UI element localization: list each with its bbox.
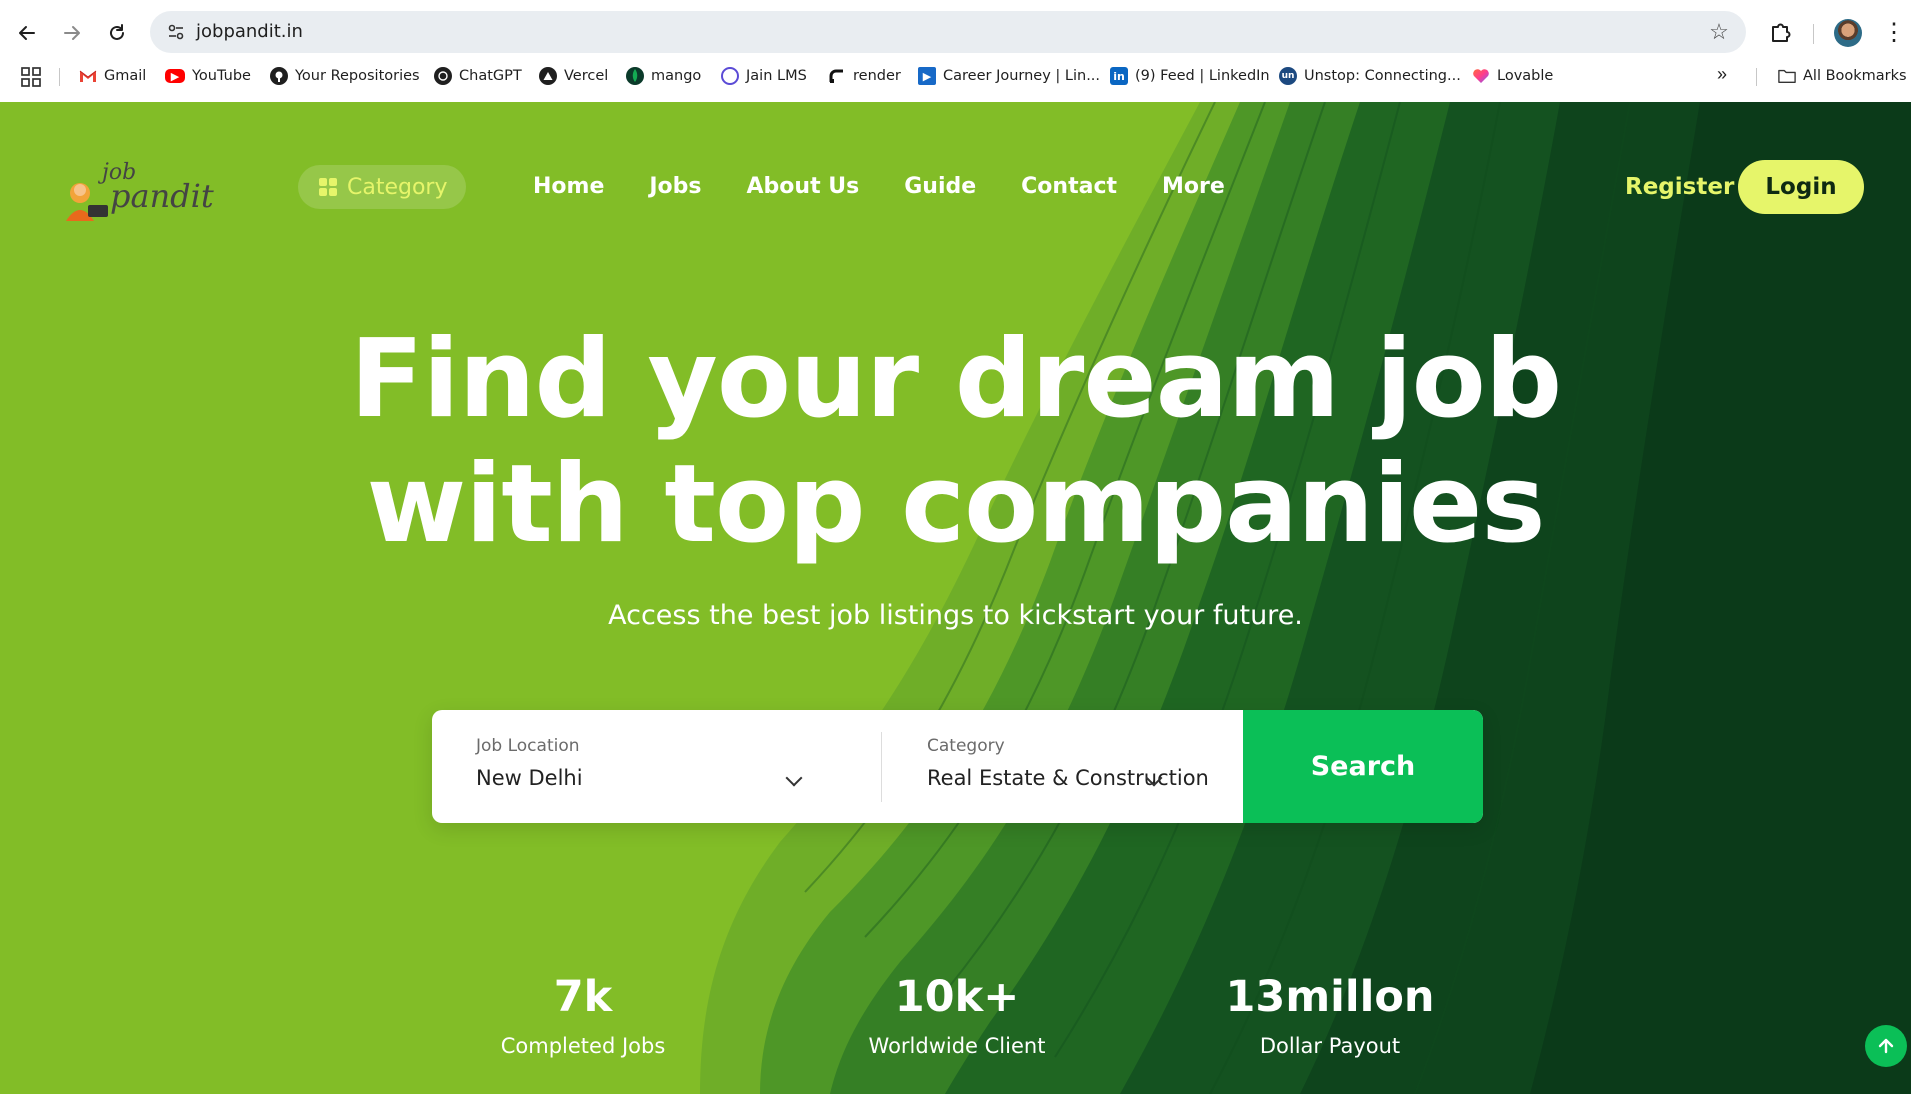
bookmark-render[interactable]: render bbox=[828, 64, 901, 88]
nav-guide[interactable]: Guide bbox=[904, 174, 976, 199]
nav-home[interactable]: Home bbox=[533, 174, 604, 199]
nav-jobs[interactable]: Jobs bbox=[649, 174, 701, 199]
job-location-label: Job Location bbox=[476, 736, 580, 756]
bookmark-gmail[interactable]: Gmail bbox=[79, 64, 146, 88]
bookmark-mango[interactable]: mango bbox=[626, 64, 701, 88]
bookmarks-divider bbox=[59, 68, 60, 86]
hero-headline-line-2: with top companies bbox=[366, 442, 1545, 567]
stat-dollar-payout: 13millon Dollar Payout bbox=[1180, 972, 1480, 1058]
stat-completed-jobs: 7k Completed Jobs bbox=[433, 972, 733, 1058]
address-bar[interactable]: jobpandit.in ☆ bbox=[150, 11, 1746, 53]
stat-value: 7k bbox=[553, 972, 613, 1022]
hero-section: job pandit Category Home Jobs About Us G… bbox=[0, 102, 1911, 1094]
gmail-icon bbox=[79, 67, 97, 85]
job-location-value: New Delhi bbox=[476, 766, 583, 790]
stat-worldwide-client: 10k+ Worldwide Client bbox=[807, 972, 1107, 1058]
chatgpt-icon bbox=[434, 67, 452, 85]
stat-value: 13millon bbox=[1225, 972, 1435, 1022]
category-menu-label: Category bbox=[347, 174, 448, 200]
back-arrow-icon[interactable] bbox=[10, 16, 44, 50]
all-bookmarks-folder[interactable]: All Bookmarks bbox=[1778, 64, 1907, 88]
stat-label: Completed Jobs bbox=[500, 1034, 666, 1058]
job-search-form: Job Location New Delhi Category Real Est… bbox=[432, 710, 1483, 823]
main-nav: Home Jobs About Us Guide Contact More bbox=[533, 174, 1270, 199]
bookmark-chatgpt[interactable]: ChatGPT bbox=[434, 64, 522, 88]
bookmark-unstop[interactable]: un Unstop: Connecting... bbox=[1279, 64, 1461, 88]
nav-more[interactable]: More bbox=[1162, 174, 1225, 199]
stat-label: Worldwide Client bbox=[868, 1034, 1046, 1058]
register-link[interactable]: Register bbox=[1625, 174, 1734, 200]
jain-lms-icon bbox=[721, 67, 739, 85]
vercel-icon bbox=[539, 67, 557, 85]
hero-headline: Find your dream job with top companies bbox=[0, 317, 1911, 567]
menu-kebab-icon[interactable]: ⋮ bbox=[1882, 18, 1906, 48]
nav-contact[interactable]: Contact bbox=[1021, 174, 1117, 199]
mongodb-icon bbox=[626, 67, 644, 85]
login-button[interactable]: Login bbox=[1738, 160, 1864, 214]
career-journey-icon: ▶ bbox=[918, 67, 936, 85]
category-value: Real Estate & Construction bbox=[927, 766, 1209, 790]
render-icon bbox=[828, 67, 846, 85]
category-label: Category bbox=[927, 736, 1005, 756]
jobpandit-logo[interactable]: job pandit bbox=[58, 157, 218, 223]
stat-label: Dollar Payout bbox=[1259, 1034, 1401, 1058]
bookmarks-divider bbox=[1756, 68, 1757, 86]
scroll-to-top-button[interactable] bbox=[1865, 1025, 1907, 1067]
bookmark-vercel[interactable]: Vercel bbox=[539, 64, 608, 88]
hero-wave-background bbox=[0, 102, 1911, 1094]
stat-value: 10k+ bbox=[894, 972, 1020, 1022]
category-menu-button[interactable]: Category bbox=[298, 165, 466, 209]
apps-grid-icon[interactable] bbox=[21, 67, 41, 87]
site-settings-icon[interactable] bbox=[164, 20, 188, 44]
category-select[interactable]: Category Real Estate & Construction bbox=[882, 710, 1243, 823]
chevron-down-icon bbox=[785, 769, 803, 787]
linkedin-icon: in bbox=[1110, 67, 1128, 85]
bookmark-linkedin[interactable]: in (9) Feed | LinkedIn bbox=[1110, 64, 1270, 88]
hero-headline-line-1: Find your dream job bbox=[349, 317, 1562, 442]
hero-subtitle: Access the best job listings to kickstar… bbox=[608, 600, 1303, 631]
folder-icon bbox=[1778, 67, 1796, 85]
bookmark-lovable[interactable]: Lovable bbox=[1472, 64, 1553, 88]
unstop-icon: un bbox=[1279, 67, 1297, 85]
category-grid-icon bbox=[319, 178, 337, 196]
search-button[interactable]: Search bbox=[1243, 710, 1483, 823]
youtube-icon: ▶ bbox=[165, 69, 185, 83]
forward-arrow-icon[interactable] bbox=[55, 16, 89, 50]
nav-about-us[interactable]: About Us bbox=[747, 174, 860, 199]
url-text[interactable]: jobpandit.in bbox=[196, 21, 303, 42]
bookmark-youtube[interactable]: ▶ YouTube bbox=[165, 64, 251, 88]
job-location-select[interactable]: Job Location New Delhi bbox=[432, 710, 881, 823]
extensions-puzzle-icon[interactable] bbox=[1765, 18, 1795, 48]
bookmark-jain-lms[interactable]: Jain LMS bbox=[721, 64, 807, 88]
arrow-up-icon bbox=[1878, 1038, 1894, 1054]
browser-chrome: jobpandit.in ☆ ⋮ Gmail ▶ YouTube Your Re… bbox=[0, 0, 1911, 102]
bookmark-star-icon[interactable]: ☆ bbox=[1706, 19, 1732, 45]
svg-text:pandit: pandit bbox=[110, 177, 214, 215]
more-bookmarks-chevron-icon[interactable]: » bbox=[1717, 64, 1727, 85]
bookmarks-bar: Gmail ▶ YouTube Your Repositories ChatGP… bbox=[0, 60, 1911, 92]
bookmark-your-repositories[interactable]: Your Repositories bbox=[270, 64, 420, 88]
toolbar-divider bbox=[1813, 24, 1814, 44]
github-icon bbox=[270, 67, 288, 85]
lovable-icon bbox=[1472, 67, 1490, 85]
profile-avatar[interactable] bbox=[1834, 19, 1862, 47]
reload-icon[interactable] bbox=[100, 16, 134, 50]
bookmark-career-journey[interactable]: ▶ Career Journey | Lin... bbox=[918, 64, 1100, 88]
browser-toolbar: jobpandit.in ☆ ⋮ bbox=[0, 8, 1911, 54]
